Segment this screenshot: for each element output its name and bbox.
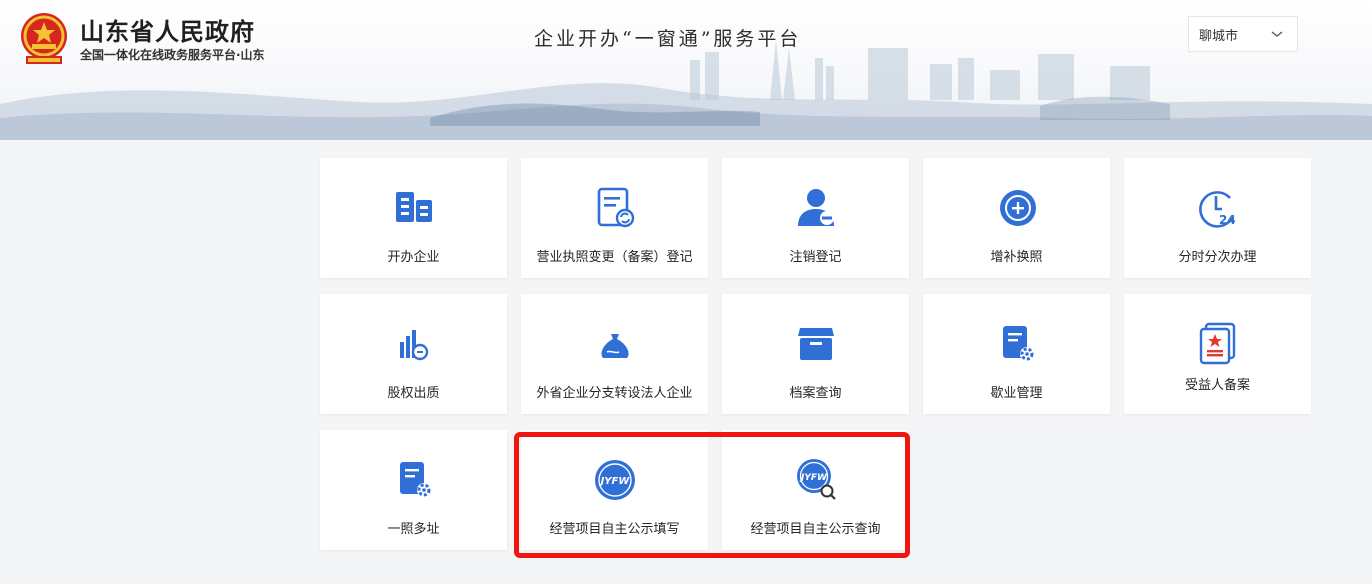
national-emblem-icon	[21, 13, 67, 64]
site-title[interactable]: 山东省人民政府	[80, 12, 255, 47]
tile-branch-conversion[interactable]: 外省企业分支转设法人企业	[521, 294, 708, 414]
city-select[interactable]: 聊城市	[1188, 16, 1298, 52]
tile-label: 注销登记	[789, 250, 842, 265]
equity-chart-icon	[392, 322, 436, 366]
site-subtitle: 全国一体化在线政务服务平台·山东	[80, 48, 265, 62]
tile-timeshare[interactable]: 24 分时分次办理	[1124, 158, 1311, 278]
tile-license-change[interactable]: 营业执照变更（备案）登记	[521, 158, 708, 278]
svg-text:JYFW: JYFW	[598, 476, 630, 487]
tile-deregistration[interactable]: 注销登记	[722, 158, 909, 278]
tile-beneficiary-filing[interactable]: 受益人备案	[1124, 294, 1311, 414]
tile-label: 营业执照变更（备案）登记	[536, 250, 693, 265]
jyfw-badge-icon: JYFW	[593, 458, 637, 502]
chevron-down-icon	[1271, 31, 1283, 37]
document-refresh-icon	[593, 186, 637, 230]
tile-multi-address[interactable]: 一照多址	[320, 430, 507, 550]
tile-label: 一照多址	[387, 522, 440, 537]
site-header: 山东省人民政府 全国一体化在线政务服务平台·山东 企业开办“一窗通”服务平台 聊…	[0, 0, 1372, 140]
tile-label: 分时分次办理	[1178, 250, 1257, 265]
document-gear-icon	[995, 322, 1039, 366]
archive-box-icon	[794, 322, 838, 366]
tile-label: 开办企业	[387, 250, 440, 265]
building-icon	[392, 186, 436, 230]
star-document-icon	[1196, 322, 1240, 366]
tile-label: 经营项目自主公示查询	[750, 522, 881, 537]
tile-label: 经营项目自主公示填写	[549, 522, 680, 537]
platform-title: 企业开办“一窗通”服务平台	[534, 28, 802, 50]
tile-business-scope-query[interactable]: JYFW 经营项目自主公示查询	[722, 430, 909, 550]
money-bag-icon	[593, 322, 637, 366]
plus-circle-icon	[995, 186, 1039, 230]
jyfw-search-icon: JYFW	[794, 458, 838, 502]
user-remove-icon	[794, 186, 838, 230]
tile-suspension-management[interactable]: 歇业管理	[923, 294, 1110, 414]
tile-label: 增补换照	[990, 250, 1043, 265]
tile-archive-query[interactable]: 档案查询	[722, 294, 909, 414]
svg-text:24: 24	[1219, 213, 1236, 227]
clock-24-icon: 24	[1196, 186, 1240, 230]
tile-open-business[interactable]: 开办企业	[320, 158, 507, 278]
tile-label: 歇业管理	[990, 386, 1043, 401]
document-gear-icon	[392, 458, 436, 502]
tile-business-scope-fill[interactable]: JYFW 经营项目自主公示填写	[521, 430, 708, 550]
tile-license-replace[interactable]: 增补换照	[923, 158, 1110, 278]
city-select-value: 聊城市	[1199, 28, 1239, 44]
tile-equity-pledge[interactable]: 股权出质	[320, 294, 507, 414]
tile-label: 外省企业分支转设法人企业	[536, 386, 693, 401]
tile-label: 受益人备案	[1184, 378, 1250, 393]
svg-text:JYFW: JYFW	[799, 473, 828, 483]
tile-label: 档案查询	[789, 386, 842, 401]
tile-label: 股权出质	[387, 386, 440, 401]
